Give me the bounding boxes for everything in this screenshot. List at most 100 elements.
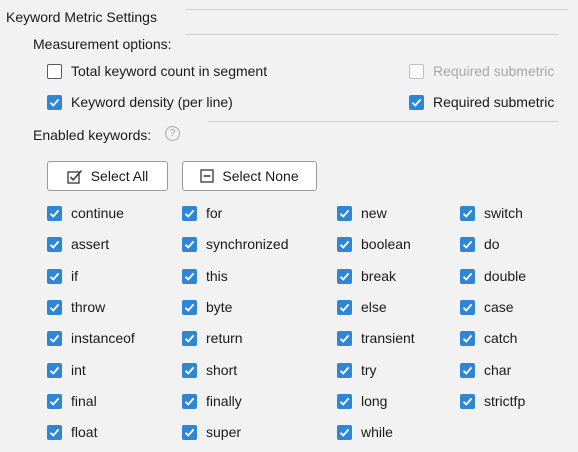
- keyword-checkbox-else[interactable]: else: [337, 299, 387, 315]
- checkbox-checked-icon: [47, 94, 62, 110]
- keyword-label: boolean: [361, 236, 411, 252]
- checkbox-checked-icon: [47, 424, 62, 440]
- density-required-submetric-checkbox[interactable]: Required submetric: [409, 94, 554, 110]
- keyword-checkbox-break[interactable]: break: [337, 268, 396, 284]
- keyword-checkbox-double[interactable]: double: [460, 268, 526, 284]
- keyword-checkbox-strictfp[interactable]: strictfp: [460, 393, 525, 409]
- keyword-density-label: Keyword density (per line): [71, 94, 233, 110]
- keyword-checkbox-if[interactable]: if: [47, 268, 78, 284]
- keyword-label: throw: [71, 299, 106, 315]
- checkbox-checked-icon: [337, 299, 352, 315]
- keyword-label: char: [484, 362, 512, 378]
- keyword-label: strictfp: [484, 393, 526, 409]
- measurement-options-label: Measurement options:: [33, 36, 172, 52]
- keyword-density-checkbox[interactable]: Keyword density (per line): [47, 94, 233, 110]
- keyword-label: switch: [484, 205, 523, 221]
- total-keyword-count-checkbox[interactable]: Total keyword count in segment: [47, 63, 267, 79]
- keyword-checkbox-assert[interactable]: assert: [47, 236, 109, 252]
- checkbox-checked-icon: [337, 236, 352, 252]
- checkbox-checked-icon: [337, 268, 352, 284]
- checkbox-checked-icon: [460, 362, 475, 378]
- keyword-label: while: [361, 424, 393, 440]
- keyword-checkbox-finally[interactable]: finally: [182, 393, 242, 409]
- checkbox-checked-icon: [337, 205, 352, 221]
- keyword-checkbox-new[interactable]: new: [337, 205, 387, 221]
- keyword-label: else: [361, 299, 387, 315]
- checkbox-checked-icon: [460, 299, 475, 315]
- keyword-label: instanceof: [71, 330, 135, 346]
- checkbox-checked-icon: [337, 330, 352, 346]
- keyword-checkbox-super[interactable]: super: [182, 424, 241, 440]
- keyword-label: for: [206, 205, 223, 221]
- checkbox-checked-icon: [182, 299, 197, 315]
- keyword-checkbox-switch[interactable]: switch: [460, 205, 523, 221]
- checkbox-checked-icon: [460, 330, 475, 346]
- checkbox-checked-icon: [47, 299, 62, 315]
- keyword-checkbox-short[interactable]: short: [182, 362, 237, 378]
- density-required-submetric-label: Required submetric: [433, 94, 555, 110]
- checkbox-checked-icon: [47, 393, 62, 409]
- keyword-checkbox-try[interactable]: try: [337, 362, 377, 378]
- checkbox-checked-icon: [460, 268, 475, 284]
- keyword-label: if: [71, 268, 78, 284]
- keyword-checkbox-instanceof[interactable]: instanceof: [47, 330, 135, 346]
- keyword-label: finally: [206, 393, 242, 409]
- keyword-label: case: [484, 299, 514, 315]
- keyword-checkbox-while[interactable]: while: [337, 424, 393, 440]
- total-keyword-count-label: Total keyword count in segment: [71, 63, 268, 79]
- total-required-submetric-checkbox: Required submetric: [409, 63, 554, 79]
- checkbox-checked-icon: [182, 362, 197, 378]
- keyword-label: continue: [71, 205, 124, 221]
- keyword-checkbox-return[interactable]: return: [182, 330, 243, 346]
- keyword-label: short: [206, 362, 238, 378]
- checkbox-checked-icon: [182, 424, 197, 440]
- keyword-label: return: [206, 330, 243, 346]
- keyword-checkbox-case[interactable]: case: [460, 299, 514, 315]
- checkbox-checked-icon: [47, 205, 62, 221]
- keyword-checkbox-byte[interactable]: byte: [182, 299, 232, 315]
- checkbox-checked-icon: [182, 236, 197, 252]
- keyword-label: do: [484, 236, 500, 252]
- checkbox-checked-icon: [47, 268, 62, 284]
- select-all-button[interactable]: Select All: [47, 161, 168, 191]
- keyword-label: float: [71, 424, 98, 440]
- checkbox-checked-icon: [182, 393, 197, 409]
- checkbox-checked-icon: [47, 236, 62, 252]
- keyword-checkbox-continue[interactable]: continue: [47, 205, 124, 221]
- keyword-label: super: [206, 424, 242, 440]
- keyword-checkbox-synchronized[interactable]: synchronized: [182, 236, 289, 252]
- keyword-checkbox-final[interactable]: final: [47, 393, 97, 409]
- select-none-button[interactable]: Select None: [182, 161, 317, 191]
- keyword-label: final: [71, 393, 97, 409]
- keyword-label: int: [71, 362, 86, 378]
- keyword-checkbox-do[interactable]: do: [460, 236, 500, 252]
- keyword-label: byte: [206, 299, 233, 315]
- select-all-label: Select All: [90, 168, 149, 184]
- checkbox-checked-icon: [460, 236, 475, 252]
- title-separator: [186, 9, 568, 10]
- keyword-label: long: [361, 393, 388, 409]
- checkbox-checked-icon: [182, 205, 197, 221]
- checkbox-checked-icon: [337, 424, 352, 440]
- checkbox-unchecked-icon: [47, 63, 62, 79]
- keyword-checkbox-transient[interactable]: transient: [337, 330, 415, 346]
- keyword-checkbox-char[interactable]: char: [460, 362, 511, 378]
- keyword-checkbox-long[interactable]: long: [337, 393, 387, 409]
- keyword-checkbox-throw[interactable]: throw: [47, 299, 105, 315]
- checkbox-checked-icon: [182, 330, 197, 346]
- help-icon[interactable]: ?: [165, 126, 180, 141]
- keywords-separator: [208, 121, 558, 122]
- select-none-label: Select None: [222, 168, 299, 184]
- keyword-checkbox-float[interactable]: float: [47, 424, 97, 440]
- keyword-label: this: [206, 268, 228, 284]
- keyword-label: assert: [71, 236, 110, 252]
- settings-title: Keyword Metric Settings: [6, 9, 157, 25]
- keyword-checkbox-for[interactable]: for: [182, 205, 222, 221]
- total-required-submetric-label: Required submetric: [433, 63, 555, 79]
- keyword-checkbox-this[interactable]: this: [182, 268, 228, 284]
- keyword-label: synchronized: [206, 236, 289, 252]
- keyword-checkbox-boolean[interactable]: boolean: [337, 236, 411, 252]
- keyword-label: double: [484, 268, 527, 284]
- keyword-checkbox-catch[interactable]: catch: [460, 330, 517, 346]
- keyword-checkbox-int[interactable]: int: [47, 362, 86, 378]
